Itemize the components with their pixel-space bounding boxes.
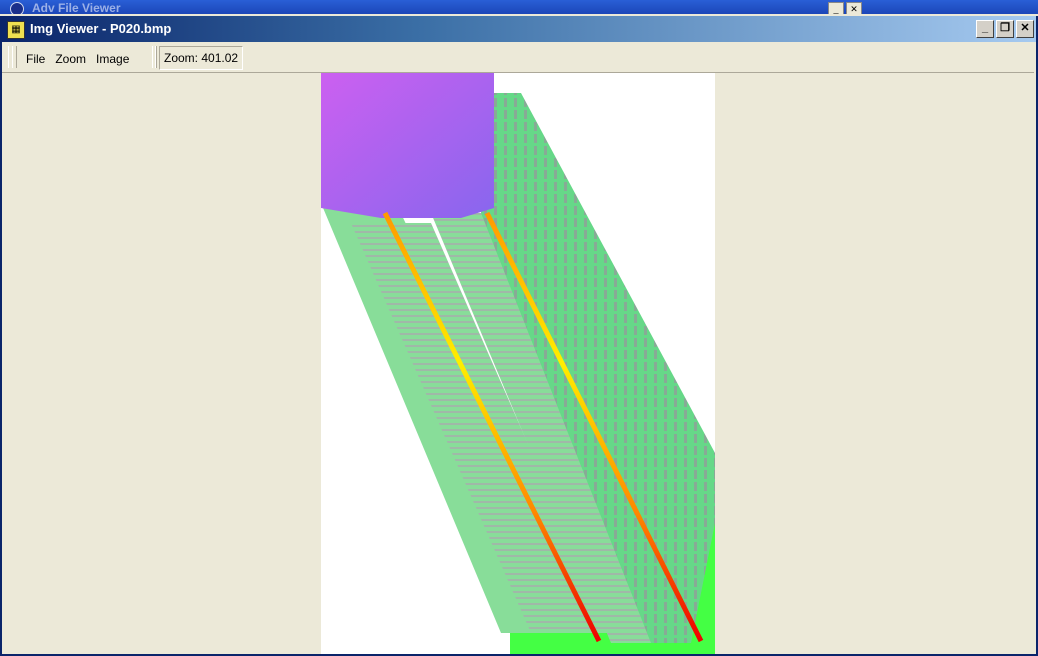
- minimize-button[interactable]: _: [976, 20, 994, 38]
- minimize-icon[interactable]: _: [828, 2, 844, 14]
- background-window-title: Adv File Viewer: [32, 1, 121, 14]
- zoom-level: Zoom: 401.02: [159, 46, 244, 70]
- menu-image[interactable]: Image: [96, 52, 129, 66]
- menubar: File Zoom Image Zoom: 401.02: [2, 42, 1034, 73]
- titlebar[interactable]: ▦ Img Viewer - P020.bmp _ ❐ ✕: [2, 16, 1036, 42]
- app-icon: [10, 2, 24, 14]
- img-viewer-window: ▦ Img Viewer - P020.bmp _ ❐ ✕ File Zoom …: [0, 16, 1038, 656]
- background-window-titlebar: Adv File Viewer _ ✕: [0, 0, 1038, 14]
- menu-list: File Zoom Image: [26, 52, 129, 66]
- menu-zoom[interactable]: Zoom: [55, 52, 86, 66]
- app-icon: ▦: [7, 21, 25, 39]
- bitmap-image: [321, 73, 715, 654]
- close-icon[interactable]: ✕: [846, 2, 862, 14]
- close-button[interactable]: ✕: [1016, 20, 1034, 38]
- purple-region: [321, 73, 494, 218]
- toolbar-grip[interactable]: [12, 46, 17, 68]
- menu-file[interactable]: File: [26, 52, 45, 66]
- window-title: Img Viewer - P020.bmp: [30, 21, 172, 36]
- restore-button[interactable]: ❐: [996, 20, 1014, 38]
- image-canvas[interactable]: [321, 73, 715, 654]
- background-window-controls: _ ✕: [828, 2, 862, 14]
- window-controls: _ ❐ ✕: [976, 20, 1034, 38]
